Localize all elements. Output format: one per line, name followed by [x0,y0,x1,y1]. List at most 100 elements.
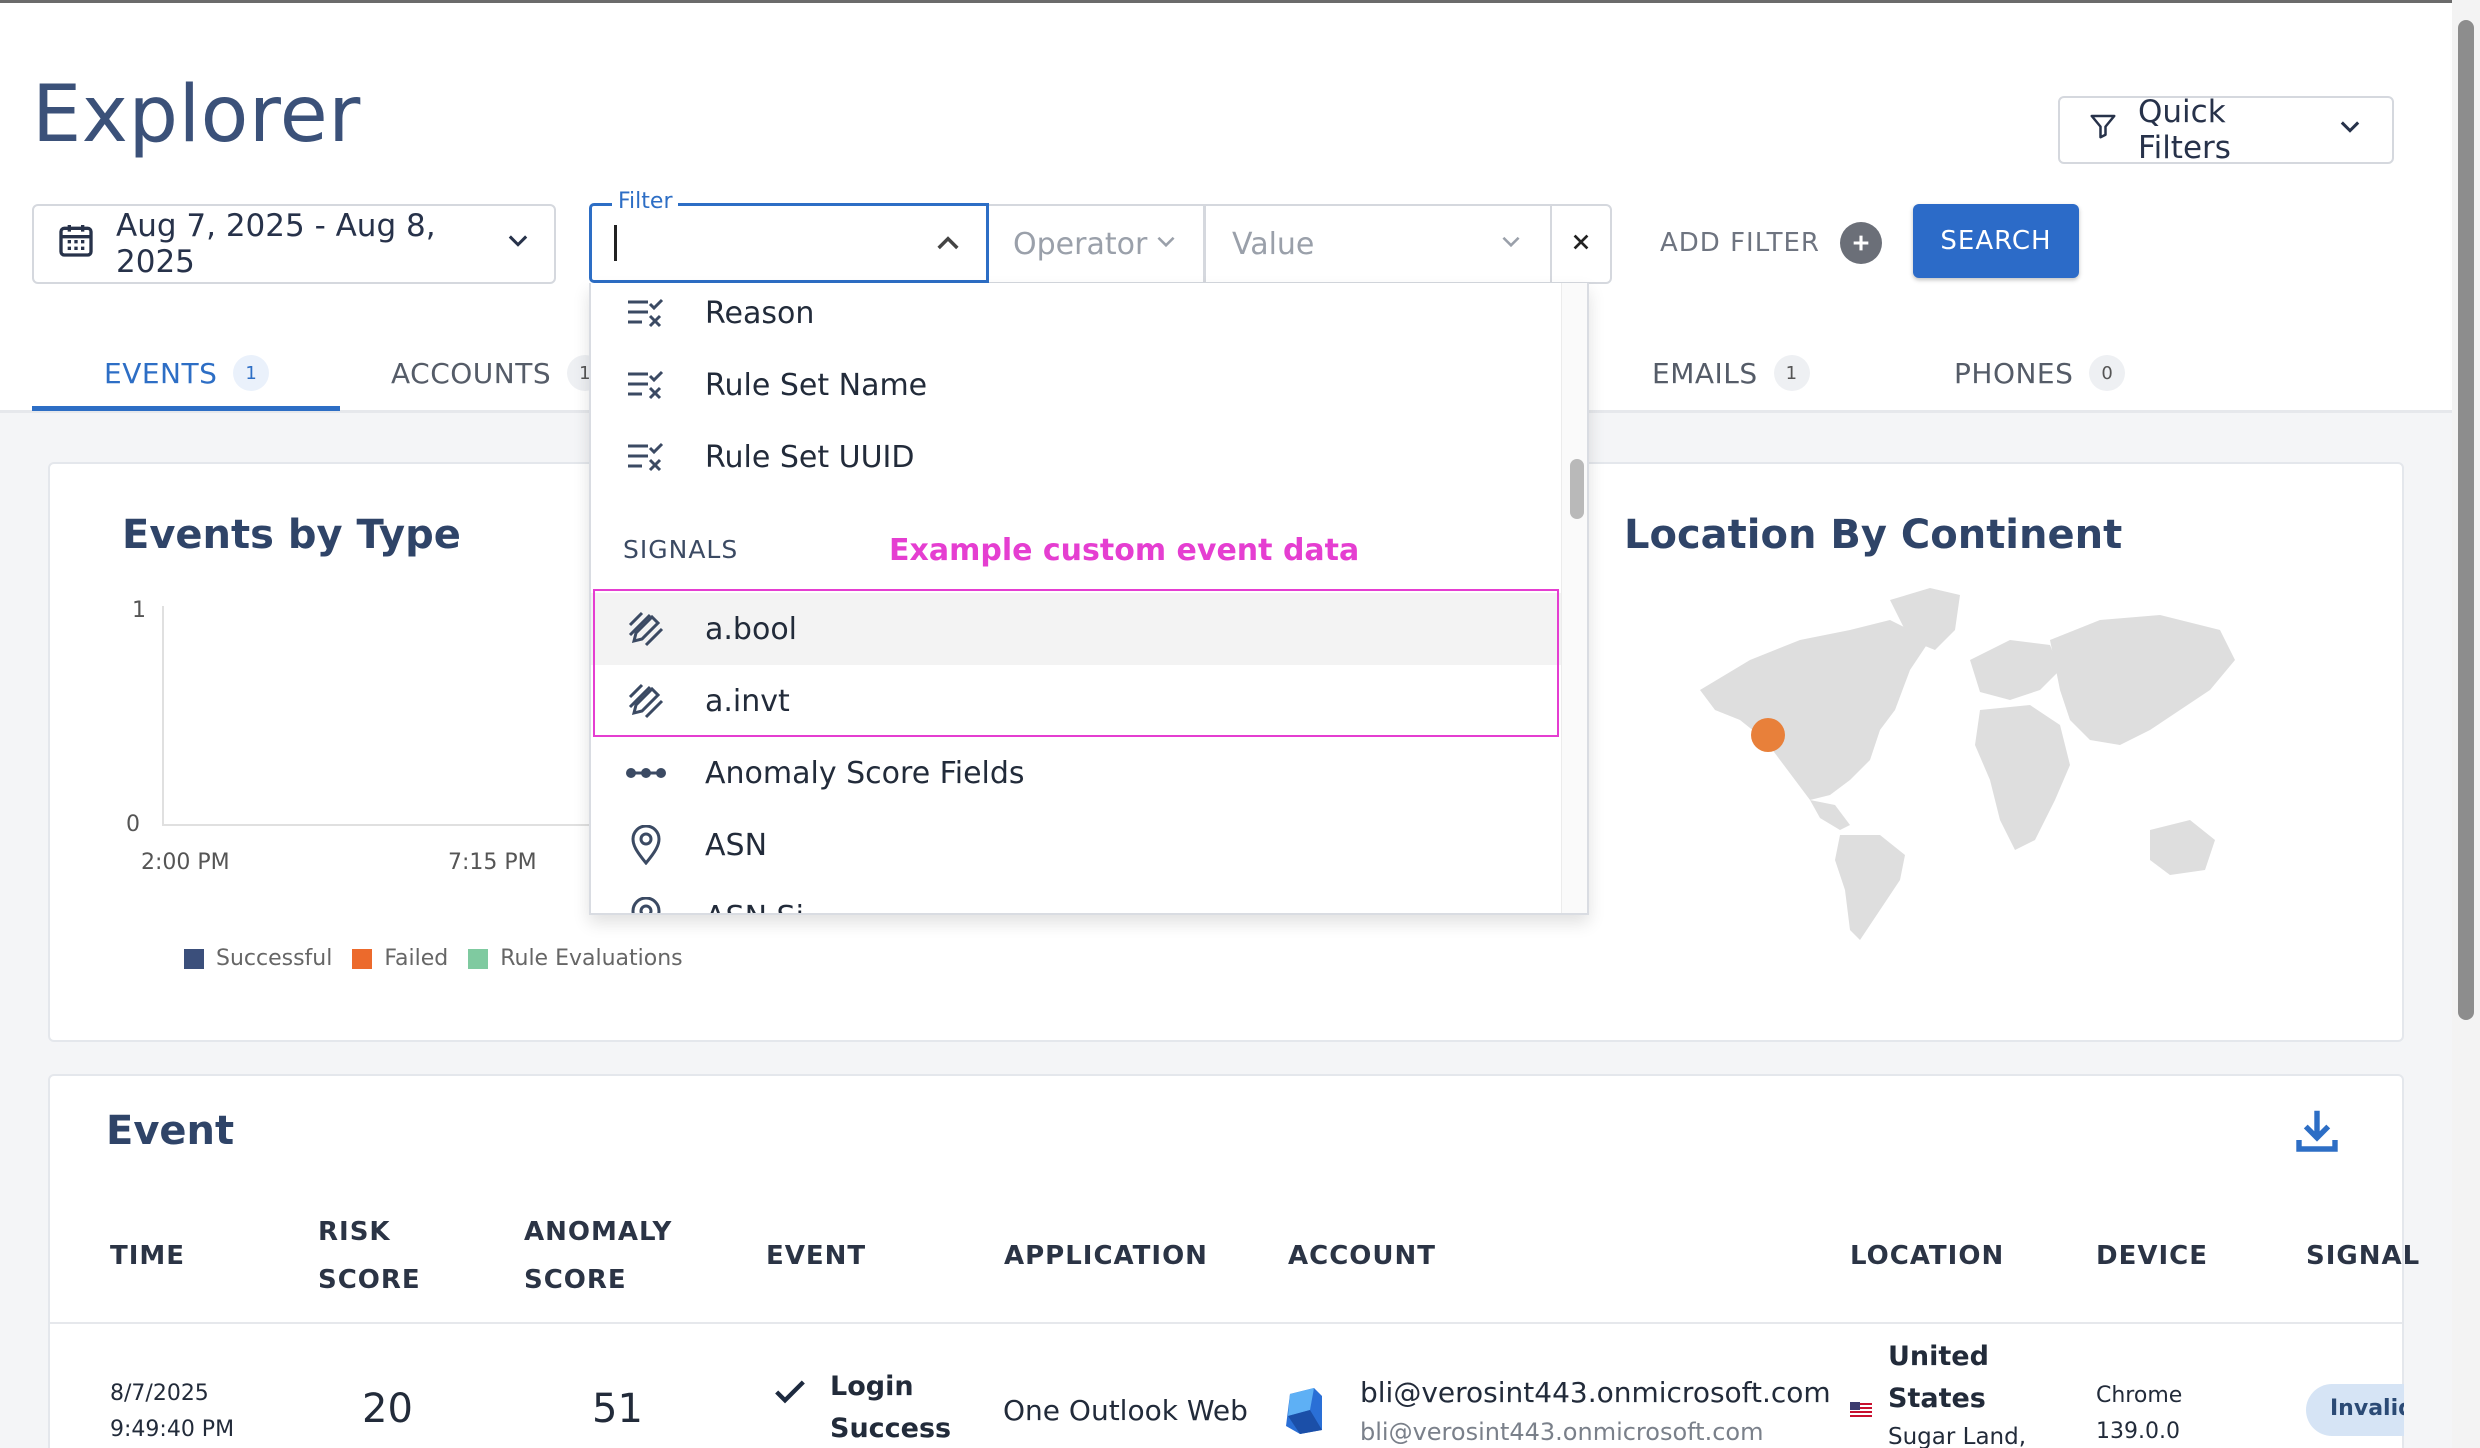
header-line: SCORE [524,1265,627,1295]
clear-filter-button[interactable] [1550,204,1612,284]
dropdown-scrollbar-thumb[interactable] [1570,459,1584,519]
x-tick-label: 2:00 PM [141,850,230,875]
row-location-city: Sugar Land, [1888,1424,2027,1448]
signal-badge-label: Invalid [2330,1396,2404,1421]
location-pin-icon [625,824,667,866]
tab-count-badge: 0 [2089,355,2126,391]
row-location-line: States [1888,1383,1986,1414]
tab-emails[interactable]: EMAILS 1 [1652,348,1810,398]
location-marker[interactable] [1751,718,1785,752]
x-tick-label: 7:15 PM [448,850,537,875]
dropdown-option-label: Reason [705,295,815,331]
add-filter-button[interactable]: ADD FILTER [1660,218,1882,268]
page-scrollbar[interactable] [2452,0,2480,1448]
column-header-event[interactable]: EVENT [766,1232,866,1280]
tab-events[interactable]: EVENTS 1 [104,348,270,398]
chevron-up-icon[interactable] [932,228,964,264]
date-range-picker[interactable]: Aug 7, 2025 - Aug 8, 2025 [32,204,556,284]
tab-phones[interactable]: PHONES 0 [1954,348,2126,398]
dropdown-option-rule-set-name[interactable]: Rule Set Name [591,349,1563,421]
filter-field-dropdown[interactable]: Reason Rule Set Name Rule Set UUID SIGNA… [589,283,1589,915]
legend-item-failed[interactable]: Failed [352,946,448,971]
dropdown-option-label: ASN Si... [705,900,833,914]
dropdown-option-asn-si[interactable]: ASN Si... [591,881,1563,914]
world-map [1700,588,2235,940]
chevron-down-icon [1153,227,1179,262]
page-title: Explorer [32,70,361,160]
row-account-primary[interactable]: bli@verosint443.onmicrosoft.com [1360,1376,1831,1409]
legend-item-successful[interactable]: Successful [184,946,332,971]
signal-badge[interactable]: Invalid [2306,1384,2404,1436]
rule-list-icon [625,436,667,478]
dropdown-option-reason[interactable]: Reason [591,283,1563,349]
quick-filters-label: Quick Filters [2138,94,2231,166]
operator-placeholder: Operator [1013,226,1148,262]
chevron-down-icon [504,226,532,262]
quick-filters-button[interactable]: Quick Filters [2058,94,2394,166]
calendar-icon [56,220,96,268]
row-account-secondary: bli@verosint443.onmicrosoft.com [1360,1418,1764,1446]
value-select[interactable]: Value [1204,204,1552,284]
row-application: One Outlook Web [1003,1394,1248,1427]
chevron-down-icon [2336,112,2364,148]
download-icon[interactable] [2290,1104,2344,1162]
tab-label: EMAILS [1652,356,1758,390]
header-line: ANOMALY [524,1217,673,1247]
north-america-shape [1700,620,1930,800]
page-scrollbar-thumb[interactable] [2458,20,2474,1020]
row-event: Login Success [830,1366,951,1448]
location-pin-icon [625,896,667,913]
chart-legend: Successful Failed Rule Evaluations [184,946,683,971]
column-header-signals[interactable]: SIGNAL [2306,1232,2420,1280]
table-header-divider [50,1322,2402,1324]
search-button[interactable]: SEARCH [1913,204,2079,278]
tab-label: ACCOUNTS [391,356,552,390]
legend-swatch [184,948,204,969]
europe-shape [1970,640,2060,700]
tab-label: EVENTS [104,356,218,390]
tab-count-badge: 1 [233,355,270,391]
central-america-shape [1810,800,1850,830]
column-header-application[interactable]: APPLICATION [1004,1232,1208,1280]
row-event-line: Login [830,1371,914,1402]
row-time-line: 9:49:40 PM [110,1417,235,1442]
australia-shape [2150,820,2215,875]
south-america-shape [1835,835,1905,940]
row-event-line: Success [830,1413,952,1444]
operator-select[interactable]: Operator [989,204,1205,284]
dropdown-option-label: Rule Set UUID [705,439,915,475]
column-header-time[interactable]: TIME [110,1232,185,1280]
legend-label: Successful [216,946,333,971]
legend-item-rule-evaluations[interactable]: Rule Evaluations [468,946,683,971]
dropdown-option-anomaly-score-fields[interactable]: Anomaly Score Fields [591,737,1563,809]
dropdown-option-rule-set-uuid[interactable]: Rule Set UUID [591,421,1563,493]
chevron-down-icon [1498,227,1524,262]
row-device-line: 139.0.0 [2096,1419,2180,1444]
dropdown-option-asn[interactable]: ASN [591,809,1563,881]
column-header-anomaly-score[interactable]: ANOMALY SCORE [524,1208,672,1304]
row-device: Chrome 139.0.0 [2096,1378,2182,1448]
row-location-line: United [1888,1341,1989,1372]
column-header-device[interactable]: DEVICE [2096,1232,2208,1280]
filter-field-input[interactable]: Filter [589,189,989,283]
dropdown-scrollbar[interactable] [1561,283,1587,913]
row-location: United States [1888,1336,1989,1420]
event-table-title: Event [106,1108,235,1154]
dropdown-option-label: Anomaly Score Fields [705,755,1025,791]
rule-list-icon [625,292,667,334]
funnel-icon [2088,111,2118,149]
column-header-location[interactable]: LOCATION [1850,1232,2004,1280]
column-header-risk-score[interactable]: RISK SCORE [318,1208,421,1304]
legend-label: Rule Evaluations [500,946,683,971]
tab-label: PHONES [1954,356,2074,390]
legend-label: Failed [384,946,449,971]
active-tab-indicator [32,406,340,411]
x-axis-line [162,824,592,826]
filter-field-legend: Filter [612,189,679,214]
row-date-line: 8/7/2025 [110,1381,209,1406]
legend-swatch [468,948,489,969]
text-cursor [614,225,617,261]
column-header-account[interactable]: ACCOUNT [1288,1232,1436,1280]
tab-accounts[interactable]: ACCOUNTS 1 [391,348,604,398]
continents [1700,588,2235,940]
